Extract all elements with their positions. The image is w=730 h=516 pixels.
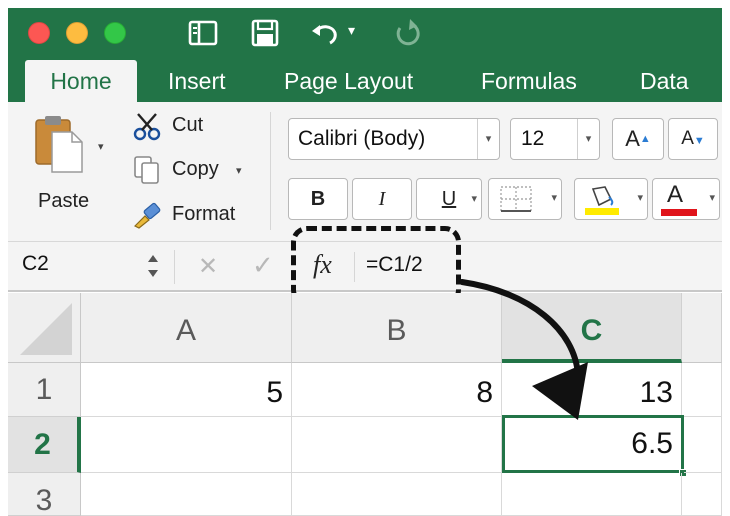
scissors-icon xyxy=(133,113,161,141)
cell-d3[interactable] xyxy=(682,473,722,516)
copy-dropdown-icon[interactable]: ▾ xyxy=(236,164,242,177)
font-size-value: 12 xyxy=(521,127,545,150)
shrink-font-label: A xyxy=(681,128,694,149)
cell-c2[interactable]: 6.5 xyxy=(502,415,684,473)
triangle-down-icon: ▼ xyxy=(693,135,705,147)
italic-button[interactable]: I xyxy=(352,178,412,220)
tab-insert[interactable]: Insert xyxy=(168,66,226,96)
chevron-down-icon: ▾ xyxy=(577,119,599,159)
column-header-b[interactable]: B xyxy=(292,293,502,363)
borders-dropdown-icon[interactable]: ▾ xyxy=(551,191,557,204)
name-box-stepper-icon[interactable] xyxy=(146,252,160,280)
triangle-up-icon: ▲ xyxy=(639,133,651,145)
cell-c1[interactable]: 13 xyxy=(502,363,682,417)
cell-a2[interactable] xyxy=(81,417,292,473)
copy-icon xyxy=(134,156,159,184)
cell-b2[interactable] xyxy=(292,417,502,473)
font-color-dropdown-icon[interactable]: ▾ xyxy=(709,191,715,204)
tab-page-layout[interactable]: Page Layout xyxy=(284,66,413,96)
select-all-triangle-icon xyxy=(20,303,72,355)
format-painter-button[interactable]: Format xyxy=(172,203,235,226)
borders-icon xyxy=(500,186,532,212)
paste-label: Paste xyxy=(38,190,90,212)
row-header-2[interactable]: 2 xyxy=(8,417,81,473)
row-header-3[interactable]: 3 xyxy=(8,473,81,516)
grow-font-button[interactable]: A▲ xyxy=(612,118,664,160)
title-bar: ▾ Home Insert Page Layout Formulas Data xyxy=(8,8,722,102)
close-window-button[interactable] xyxy=(28,22,50,44)
ribbon-home: ▾ Paste Cut Copy ▾ Format Calibri (Body)… xyxy=(8,102,722,242)
paint-bucket-icon xyxy=(585,186,619,215)
save-icon[interactable] xyxy=(248,16,282,50)
zoom-window-button[interactable] xyxy=(104,22,126,44)
cell-d1[interactable] xyxy=(682,363,722,417)
spreadsheet-grid: A B C 1 2 3 5 8 13 6.5 xyxy=(8,293,722,516)
paste-button[interactable]: ▾ Paste xyxy=(24,112,114,222)
bold-button[interactable]: B xyxy=(288,178,348,220)
borders-button[interactable]: ▾ xyxy=(488,178,562,220)
ribbon-separator xyxy=(270,112,271,230)
column-header-c[interactable]: C xyxy=(502,293,682,363)
tab-home[interactable]: Home xyxy=(25,60,137,102)
grow-font-label: A xyxy=(625,126,640,151)
font-name-value: Calibri (Body) xyxy=(298,127,426,150)
sidebar-icon[interactable] xyxy=(186,16,220,50)
paste-dropdown-icon[interactable]: ▾ xyxy=(98,140,104,153)
cell-b1[interactable]: 8 xyxy=(292,363,502,417)
tab-data[interactable]: Data xyxy=(640,66,689,96)
redo-icon xyxy=(396,19,420,46)
fill-color-dropdown-icon[interactable]: ▾ xyxy=(637,191,643,204)
tab-formulas[interactable]: Formulas xyxy=(481,66,577,96)
cell-b3[interactable] xyxy=(292,473,502,516)
formula-bar-separator xyxy=(174,250,175,284)
select-all-corner[interactable] xyxy=(8,293,81,363)
font-size-select[interactable]: 12 ▾ xyxy=(510,118,600,160)
cell-d2[interactable] xyxy=(684,417,722,473)
font-color-swatch xyxy=(661,209,697,216)
font-color-button[interactable]: A ▾ xyxy=(652,178,720,220)
underline-button[interactable]: U ▾ xyxy=(416,178,482,220)
minimize-window-button[interactable] xyxy=(66,22,88,44)
chevron-down-icon: ▾ xyxy=(477,119,499,159)
undo-dropdown-icon[interactable]: ▾ xyxy=(348,22,355,39)
cancel-icon[interactable]: ✕ xyxy=(198,252,218,281)
row-header-1[interactable]: 1 xyxy=(8,363,81,417)
cell-a1[interactable]: 5 xyxy=(81,363,292,417)
font-name-select[interactable]: Calibri (Body) ▾ xyxy=(288,118,500,160)
undo-icon[interactable] xyxy=(308,16,342,50)
column-header-a[interactable]: A xyxy=(81,293,292,363)
cell-a3[interactable] xyxy=(81,473,292,516)
name-box[interactable]: C2 xyxy=(22,252,49,276)
shrink-font-button[interactable]: A▼ xyxy=(668,118,718,160)
confirm-icon[interactable]: ✓ xyxy=(252,250,274,281)
underline-label: U xyxy=(441,188,457,210)
column-header-next[interactable] xyxy=(682,293,722,363)
paste-icon xyxy=(35,116,83,173)
font-color-letter: A xyxy=(667,181,684,208)
format-painter-icon xyxy=(133,202,161,229)
cut-button[interactable]: Cut xyxy=(172,114,203,137)
copy-button[interactable]: Copy xyxy=(172,158,219,181)
cell-c3[interactable] xyxy=(502,473,682,516)
underline-dropdown-icon[interactable]: ▾ xyxy=(471,179,477,219)
fill-color-button[interactable]: ▾ xyxy=(574,178,648,220)
